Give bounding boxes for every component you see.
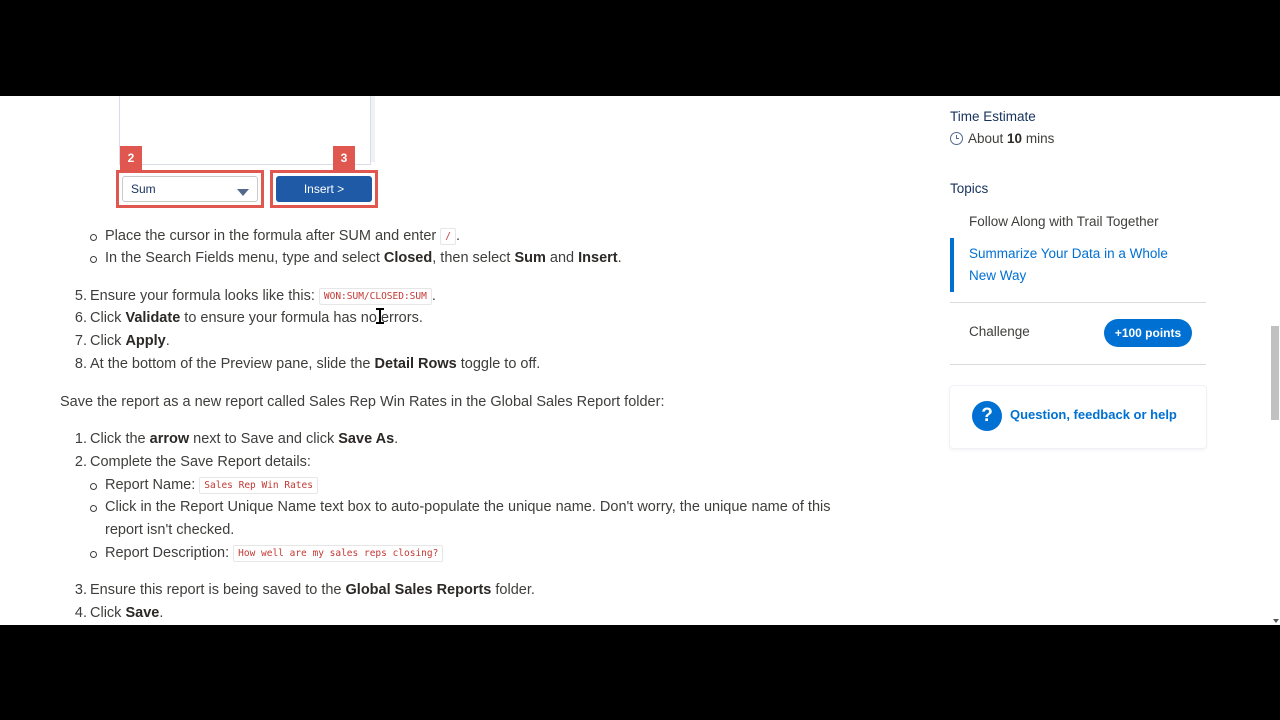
list-item: Click the arrow next to Save and click S… (90, 431, 399, 447)
callout-badge-2: 2 (120, 146, 142, 170)
list-item: Click Save. (90, 605, 164, 621)
list-item: Click Apply. (90, 333, 170, 349)
list-number: 2. (74, 454, 87, 470)
question-icon: ? (972, 401, 1002, 431)
list-item: At the bottom of the Preview pane, slide… (90, 356, 541, 372)
list-item: Report Description: How well are my sale… (89, 542, 444, 565)
formula-screenshot-figure: 2 3 Sum Insert > (112, 96, 382, 216)
caret-down-icon (237, 189, 249, 196)
list-number: 8. (74, 356, 87, 372)
list-item: Report Name: Sales Rep Win Rates (90, 474, 318, 497)
help-card[interactable]: ? Question, feedback or help (950, 386, 1206, 448)
list-number: 4. (74, 605, 87, 621)
figure-insert-button: Insert > (276, 176, 372, 202)
topics-heading: Topics (950, 181, 989, 196)
points-badge[interactable]: +100 points (1104, 319, 1192, 347)
figure-select-value: Sum (131, 182, 156, 196)
inline-code: Sales Rep Win Rates (199, 477, 318, 494)
page-viewport: 2 3 Sum Insert > Place the cursor in the… (0, 96, 1280, 625)
time-estimate-heading: Time Estimate (950, 109, 1036, 124)
list-number: 3. (74, 582, 87, 598)
help-link[interactable]: Question, feedback or help (1010, 407, 1177, 422)
scrollbar-thumb[interactable] (1271, 326, 1279, 420)
list-item: Ensure your formula looks like this: WON… (90, 288, 436, 305)
list-number: 1. (74, 431, 87, 447)
text-cursor-icon (376, 308, 384, 324)
list-item-continuation: report isn't checked. (105, 522, 235, 538)
list-item: Place the cursor in the formula after SU… (89, 225, 460, 248)
list-number: 7. (74, 333, 87, 349)
topic-link-summarize-data[interactable]: Summarize Your Data in a Whole New Way (950, 238, 1210, 292)
scroll-down-arrow-icon[interactable] (1273, 619, 1279, 623)
divider (950, 302, 1206, 303)
inline-code: / (440, 228, 457, 245)
callout-insert-highlight: Insert > (270, 170, 378, 208)
figure-panel-shadow (371, 96, 375, 162)
list-item: Complete the Save Report details: (90, 454, 311, 470)
clock-icon (950, 132, 963, 145)
callout-select-highlight: Sum (116, 170, 264, 208)
inline-code: How well are my sales reps closing? (233, 545, 444, 562)
topic-link-trail-together[interactable]: Follow Along with Trail Together (969, 214, 1159, 229)
list-item: Click in the Report Unique Name text box… (90, 496, 831, 519)
list-number: 5. (74, 288, 87, 304)
figure-summary-select: Sum (122, 176, 258, 202)
callout-badge-3: 3 (333, 146, 355, 170)
time-estimate-value: About 10 mins (968, 131, 1055, 146)
divider (950, 364, 1206, 365)
save-intro-paragraph: Save the report as a new report called S… (60, 394, 665, 410)
list-number: 6. (74, 310, 87, 326)
list-item: In the Search Fields menu, type and sele… (90, 247, 622, 270)
challenge-label: Challenge (969, 324, 1030, 339)
inline-code: WON:SUM/CLOSED:SUM (318, 288, 432, 305)
list-item: Click Validate to ensure your formula ha… (90, 310, 423, 326)
list-item: Ensure this report is being saved to the… (90, 582, 535, 598)
